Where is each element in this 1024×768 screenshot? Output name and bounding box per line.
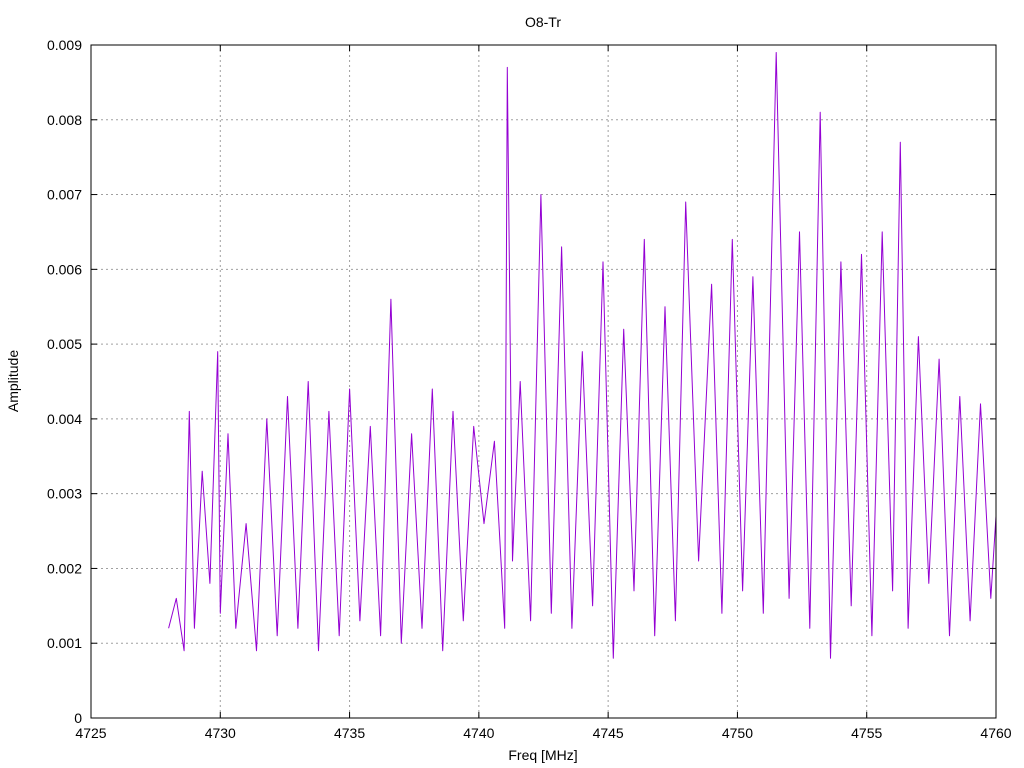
x-tick-label: 4755 — [851, 725, 882, 741]
y-tick-label: 0.003 — [47, 486, 82, 502]
x-tick-label: 4725 — [75, 725, 106, 741]
x-tick-label: 4750 — [722, 725, 753, 741]
grid — [91, 45, 996, 718]
ticks — [90, 44, 997, 719]
y-tick-label: 0 — [74, 710, 82, 726]
x-tick-label: 4735 — [334, 725, 365, 741]
y-tick-label: 0.004 — [47, 411, 82, 427]
series-layer — [168, 52, 997, 659]
plot-frame — [90, 44, 997, 719]
y-tick-label: 0.005 — [47, 336, 82, 352]
y-tick-label: 0.009 — [47, 37, 82, 53]
series-line — [168, 52, 997, 659]
x-tick-label: 4740 — [463, 725, 494, 741]
y-tick-label: 0.002 — [47, 560, 82, 576]
chart: 4725 4730 4735 4740 4745 4750 4755 4760 0 0.001 0.… — [5, 14, 1012, 763]
chart-title: O8-Tr — [525, 14, 561, 30]
y-axis-label: Amplitude — [5, 350, 21, 412]
x-tick-label: 4760 — [980, 725, 1011, 741]
y-tick-label: 0.007 — [47, 187, 82, 203]
y-tick-label: 0.001 — [47, 635, 82, 651]
y-tick-label: 0.008 — [47, 112, 82, 128]
y-tick-label: 0.006 — [47, 261, 82, 277]
x-tick-label: 4730 — [205, 725, 236, 741]
x-axis-label: Freq [MHz] — [508, 747, 577, 763]
x-tick-label: 4745 — [593, 725, 624, 741]
